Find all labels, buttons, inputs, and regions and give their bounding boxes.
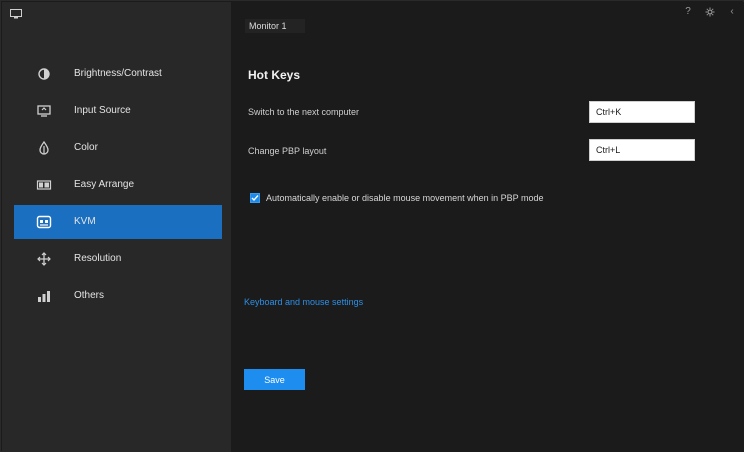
color-icon [36, 140, 52, 156]
window-actions: ? ‹ [682, 6, 738, 18]
sidebar-item-color[interactable]: Color [14, 131, 222, 165]
sidebar-nav: Brightness/Contrast Input Source Color E… [14, 57, 222, 316]
sidebar-item-label: Others [74, 290, 105, 301]
sidebar-item-others[interactable]: Others [14, 279, 222, 313]
sidebar-item-resolution[interactable]: Resolution [14, 242, 222, 276]
auto-mouse-label: Automatically enable or disable mouse mo… [266, 193, 544, 203]
gear-icon [705, 7, 715, 17]
app-window: Brightness/Contrast Input Source Color E… [0, 0, 744, 452]
auto-mouse-option: Automatically enable or disable mouse mo… [250, 193, 543, 203]
sun-icon [36, 66, 52, 82]
sidebar-item-label: Input Source [74, 105, 131, 116]
sidebar-item-input-source[interactable]: Input Source [14, 94, 222, 128]
sidebar-item-easy-arrange[interactable]: Easy Arrange [14, 168, 222, 202]
sidebar-item-label: Easy Arrange [74, 179, 135, 190]
sidebar-item-label: KVM [74, 216, 96, 227]
sidebar-item-brightness[interactable]: Brightness/Contrast [14, 57, 222, 91]
auto-mouse-checkbox[interactable] [250, 193, 260, 203]
others-icon [36, 288, 52, 304]
app-logo-icon [10, 9, 22, 19]
main-panel: Monitor 1 ? ‹ Hot Keys Switch to the nex… [231, 2, 744, 452]
section-title: Hot Keys [248, 68, 301, 82]
sidebar-item-label: Resolution [74, 253, 122, 264]
kvm-icon [36, 214, 52, 230]
pbp-layout-hotkey-input[interactable] [589, 139, 695, 161]
sidebar-item-kvm[interactable]: KVM [14, 205, 222, 239]
easy-arrange-icon [36, 177, 52, 193]
keyboard-mouse-settings-link[interactable]: Keyboard and mouse settings [244, 297, 363, 307]
next-computer-hotkey-input[interactable] [589, 101, 695, 123]
sidebar-item-label: Brightness/Contrast [74, 68, 162, 79]
pbp-layout-label: Change PBP layout [248, 146, 327, 156]
input-source-icon [36, 103, 52, 119]
save-button[interactable]: Save [244, 369, 305, 390]
settings-button[interactable] [704, 6, 716, 18]
sidebar: Brightness/Contrast Input Source Color E… [2, 2, 231, 452]
checkmark-icon [251, 195, 259, 202]
sidebar-item-label: Color [74, 142, 98, 153]
resolution-icon [36, 251, 52, 267]
next-computer-label: Switch to the next computer [248, 107, 360, 117]
collapse-button[interactable]: ‹ [726, 6, 738, 18]
device-name-selector[interactable]: Monitor 1 [245, 19, 305, 33]
help-button[interactable]: ? [682, 6, 694, 18]
